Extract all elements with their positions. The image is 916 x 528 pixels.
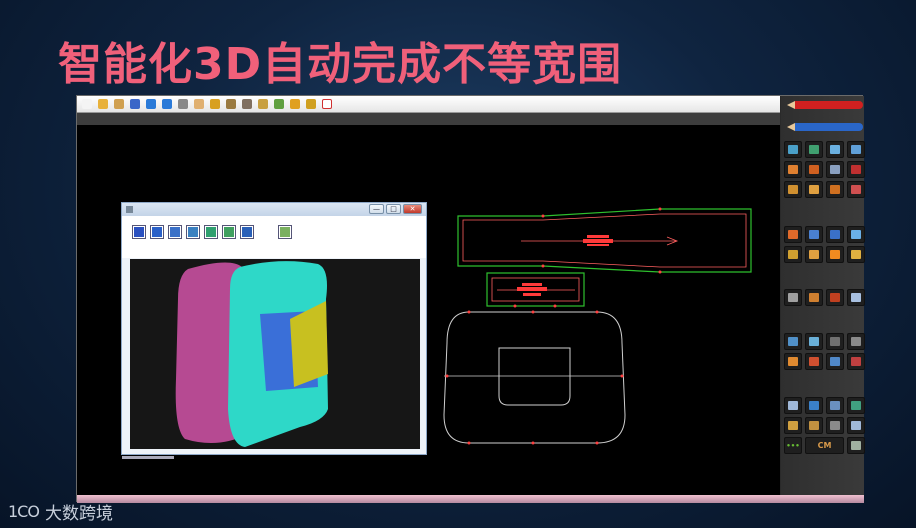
close-button[interactable]: ✕ xyxy=(403,204,422,214)
pattern-tool-1-icon[interactable] xyxy=(784,141,802,158)
viewer-footer-bar xyxy=(122,456,174,459)
text-tool-3-icon[interactable] xyxy=(826,289,844,306)
transform-icon[interactable] xyxy=(271,97,286,111)
delete-icon[interactable] xyxy=(175,97,190,111)
piece-label-small xyxy=(517,283,547,296)
layout-tool-7-icon[interactable] xyxy=(826,246,844,263)
pattern-tool-9-icon[interactable] xyxy=(784,181,802,198)
knife-cut-icon[interactable] xyxy=(303,97,318,111)
edit-tool-6-icon[interactable] xyxy=(805,353,823,370)
main-toolbar xyxy=(77,96,780,113)
reset-view-icon[interactable] xyxy=(240,225,254,239)
layout-tool-2-icon[interactable] xyxy=(805,226,823,243)
text-tool-1-icon[interactable] xyxy=(784,289,802,306)
layout-tool-1-icon[interactable] xyxy=(784,226,802,243)
edit-tool-4-icon[interactable] xyxy=(847,333,865,350)
layout-tool-6-icon[interactable] xyxy=(805,246,823,263)
edit-tool-8-icon[interactable] xyxy=(847,353,865,370)
pattern-tool-11-icon[interactable] xyxy=(826,181,844,198)
output-tool-2-icon[interactable] xyxy=(805,397,823,414)
view-back-icon[interactable] xyxy=(150,225,164,239)
recent-files-icon[interactable] xyxy=(111,97,126,111)
app-icon xyxy=(126,206,133,213)
redo-icon[interactable] xyxy=(159,97,174,111)
tool-group-5: ••• CM xyxy=(784,397,865,454)
hand-pan-icon[interactable] xyxy=(191,97,206,111)
view-top-icon[interactable] xyxy=(168,225,182,239)
unit-cm-button[interactable]: CM xyxy=(805,437,844,454)
edit-tool-5-icon[interactable] xyxy=(784,353,802,370)
notch-points xyxy=(445,207,662,445)
toolbar-subbar xyxy=(77,113,780,125)
watermark: 1CO 大数跨境 xyxy=(8,499,113,524)
edit-tool-3-icon[interactable] xyxy=(826,333,844,350)
pattern-tool-6-icon[interactable] xyxy=(805,161,823,178)
layout-tool-8-icon[interactable] xyxy=(847,246,865,263)
output-tool-6-icon[interactable] xyxy=(805,417,823,434)
no-selection-icon[interactable] xyxy=(319,97,334,111)
pattern-tool-7-icon[interactable] xyxy=(826,161,844,178)
tool-group-2 xyxy=(784,226,865,263)
layout-tool-3-icon[interactable] xyxy=(826,226,844,243)
grid-icon[interactable] xyxy=(223,97,238,111)
undo-icon[interactable] xyxy=(143,97,158,111)
layout-tool-4-icon[interactable] xyxy=(847,226,865,243)
rotate-left-icon[interactable] xyxy=(204,225,218,239)
layout-tool-5-icon[interactable] xyxy=(784,246,802,263)
piece-label-tapered xyxy=(583,235,613,246)
text-tool-2-icon[interactable] xyxy=(805,289,823,306)
pattern-tool-3-icon[interactable] xyxy=(826,141,844,158)
maximize-button[interactable]: □ xyxy=(386,204,401,214)
pencil-draw-icon[interactable] xyxy=(287,97,302,111)
pattern-tool-10-icon[interactable] xyxy=(805,181,823,198)
pattern-piece-rounded xyxy=(443,311,626,444)
pattern-cutout xyxy=(498,347,571,406)
output-tool-4-icon[interactable] xyxy=(847,397,865,414)
settings-icon[interactable] xyxy=(847,437,865,454)
pattern-tool-5-icon[interactable] xyxy=(784,161,802,178)
move-icon[interactable] xyxy=(207,97,222,111)
edit-tool-1-icon[interactable] xyxy=(784,333,802,350)
view-front-icon[interactable] xyxy=(132,225,146,239)
pattern-tool-8-icon[interactable] xyxy=(847,161,865,178)
watermark-logo: 1CO xyxy=(8,502,40,521)
3d-model xyxy=(175,261,328,447)
edit-line-icon[interactable] xyxy=(255,97,270,111)
blue-pencil-icon[interactable] xyxy=(787,123,863,131)
edit-tool-2-icon[interactable] xyxy=(805,333,823,350)
watermark-text: 大数跨境 xyxy=(44,504,113,524)
pattern-tool-2-icon[interactable] xyxy=(805,141,823,158)
output-tool-3-icon[interactable] xyxy=(826,397,844,414)
output-tool-1-icon[interactable] xyxy=(784,397,802,414)
output-tool-8-icon[interactable] xyxy=(847,417,865,434)
text-tool-4-icon[interactable] xyxy=(847,289,865,306)
pattern-tool-12-icon[interactable] xyxy=(847,181,865,198)
3d-viewer-window: — □ ✕ xyxy=(121,202,427,455)
viewer-toolbar xyxy=(122,216,426,258)
measure-icon[interactable] xyxy=(239,97,254,111)
tool-palette: ••• CM xyxy=(781,96,865,495)
edit-tool-7-icon[interactable] xyxy=(826,353,844,370)
pattern-tool-4-icon[interactable] xyxy=(847,141,865,158)
new-file-icon[interactable] xyxy=(79,97,94,111)
status-strip xyxy=(77,495,864,503)
layers-icon[interactable]: ••• xyxy=(784,437,802,454)
minimize-button[interactable]: — xyxy=(369,204,384,214)
viewer-titlebar[interactable]: — □ ✕ xyxy=(122,203,426,216)
tool-group-3 xyxy=(784,289,865,306)
save-icon[interactable] xyxy=(127,97,142,111)
view-side-icon[interactable] xyxy=(186,225,200,239)
output-tool-5-icon[interactable] xyxy=(784,417,802,434)
red-pencil-icon[interactable] xyxy=(787,101,863,109)
output-tool-7-icon[interactable] xyxy=(826,417,844,434)
rotate-right-icon[interactable] xyxy=(222,225,236,239)
export-icon[interactable] xyxy=(278,225,292,239)
3d-model-view[interactable] xyxy=(130,259,420,449)
tool-group-1 xyxy=(784,141,865,198)
open-folder-icon[interactable] xyxy=(95,97,110,111)
tool-group-4 xyxy=(784,333,865,370)
slide-title: 智能化3D自动完成不等宽围 xyxy=(58,39,623,90)
